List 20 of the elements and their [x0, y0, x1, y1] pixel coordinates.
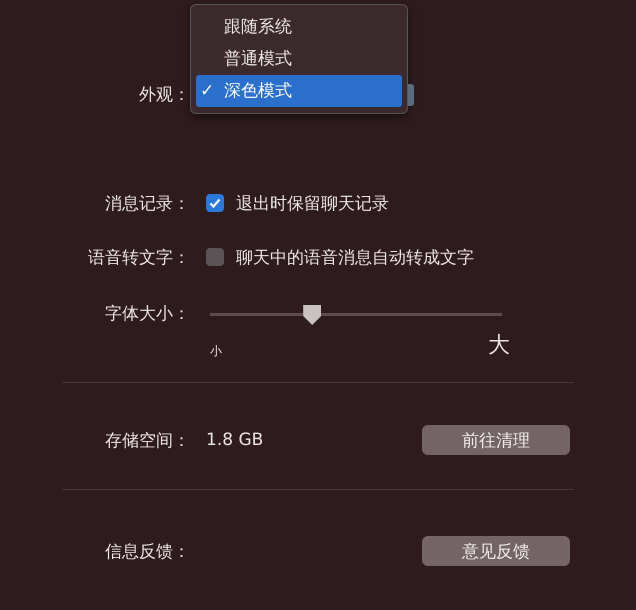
feedback-button[interactable]: 意见反馈: [422, 536, 570, 566]
storage-label: 存储空间：: [104, 430, 190, 452]
menu-item[interactable]: 普通模式: [196, 43, 402, 75]
checkbox[interactable]: [206, 248, 224, 266]
slider-thumb[interactable]: [303, 305, 322, 325]
clean-up-button[interactable]: 前往清理: [422, 425, 570, 455]
message-history-label: 消息记录：: [104, 192, 190, 214]
checkbox-label: 退出时保留聊天记录: [236, 192, 389, 214]
font-size-label: 字体大小：: [104, 303, 190, 325]
checkbox-label: 聊天中的语音消息自动转成文字: [236, 246, 474, 268]
dropdown-edge: [408, 84, 414, 106]
menu-item[interactable]: 跟随系统: [196, 11, 402, 43]
checkbox[interactable]: [206, 194, 224, 212]
menu-item[interactable]: ✓ 深色模式: [196, 75, 402, 107]
appearance-label: 外观：: [138, 84, 190, 107]
voice-to-text-label: 语音转文字：: [87, 246, 190, 268]
large-label: 大: [488, 332, 510, 360]
storage-value: 1.8 GB: [206, 430, 264, 450]
feedback-label: 信息反馈：: [104, 540, 190, 562]
small-label: 小: [210, 343, 222, 360]
